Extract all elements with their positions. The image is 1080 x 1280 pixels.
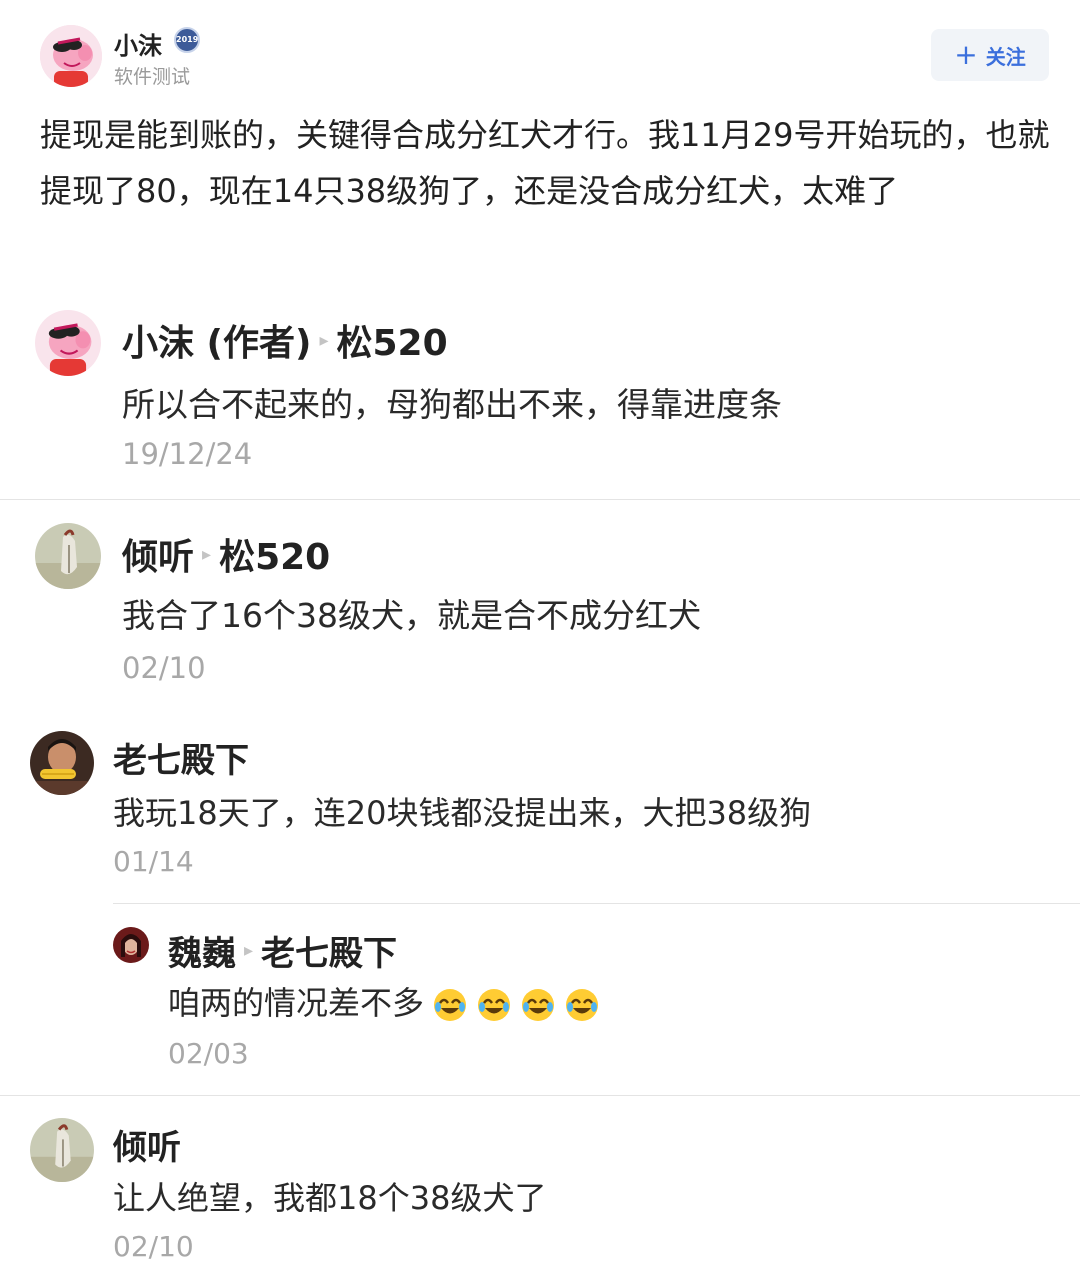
horse-avatar-icon — [35, 523, 101, 589]
comment-avatar[interactable] — [35, 310, 101, 376]
peppa-avatar-icon — [35, 310, 101, 376]
comment-header: 小沫 (作者) ▸ 松520 — [122, 314, 448, 366]
comment-avatar[interactable] — [30, 731, 94, 795]
comment-date: 01/14 — [113, 845, 194, 878]
comment-text: 我玩18天了，连20块钱都没提出来，大把38级狗 — [113, 794, 812, 832]
reply-target[interactable]: 松520 — [337, 314, 448, 366]
comment-header: 倾听 — [113, 1120, 181, 1169]
comment-header: 倾听 ▸ 松520 — [122, 528, 330, 580]
peppa-avatar-icon — [40, 25, 102, 87]
person-corn-avatar-icon — [30, 731, 94, 795]
reply-avatar[interactable] — [113, 927, 149, 963]
plus-icon: + — [954, 38, 978, 71]
divider — [113, 903, 1080, 904]
author-avatar[interactable] — [40, 25, 102, 87]
comment-text: 所以合不起来的，母狗都出不来，得靠进度条 — [122, 385, 782, 424]
comment-header: 老七殿下 — [113, 733, 249, 782]
reply-arrow-icon: ▸ — [244, 940, 254, 961]
reply-target[interactable]: 松520 — [219, 528, 330, 580]
reply-author[interactable]: 魏巍 — [168, 926, 236, 975]
post-content: 提现是能到账的，关键得合成分红犬才行。我11月29号开始玩的，也就提现了80，现… — [40, 116, 1050, 210]
horse-avatar-icon — [30, 1118, 94, 1182]
reply-text: 咱两的情况差不多 — [168, 978, 600, 1024]
author-name[interactable]: 小沫 — [114, 26, 162, 61]
follow-label: 关注 — [985, 44, 1026, 69]
comment-author[interactable]: 倾听 — [113, 1120, 181, 1169]
author-subtitle: 软件测试 — [114, 66, 191, 88]
rofl-emoji-icon — [476, 987, 512, 1023]
reply-date: 02/03 — [168, 1037, 249, 1070]
comment-text: 让人绝望，我都18个38级犬了 — [113, 1179, 547, 1217]
comment-avatar[interactable] — [30, 1118, 94, 1182]
rofl-emoji-icon — [520, 987, 556, 1023]
comment-avatar[interactable] — [35, 523, 101, 589]
comment-author[interactable]: 老七殿下 — [113, 733, 249, 782]
reply-arrow-icon: ▸ — [319, 329, 329, 351]
comment-date: 02/10 — [122, 651, 206, 685]
reply-text-content: 咱两的情况差不多 — [168, 984, 425, 1022]
reply-target[interactable]: 老七殿下 — [261, 926, 397, 975]
divider — [0, 1095, 1080, 1096]
reply-header: 魏巍 ▸ 老七殿下 — [168, 926, 397, 975]
year-badge-icon: 2019 — [174, 27, 200, 53]
comment-author[interactable]: 倾听 — [122, 528, 194, 580]
comment-date: 02/10 — [113, 1230, 194, 1263]
comment-text: 我合了16个38级犬，就是合不成分红犬 — [122, 596, 701, 635]
reply-arrow-icon: ▸ — [202, 543, 212, 565]
rofl-emoji-icon — [564, 987, 600, 1023]
comment-author[interactable]: 小沫 (作者) — [122, 314, 311, 366]
woman-avatar-icon — [113, 927, 149, 963]
rofl-emoji-icon — [432, 987, 468, 1023]
divider — [0, 499, 1080, 500]
follow-button[interactable]: + 关注 — [931, 29, 1049, 81]
comment-date: 19/12/24 — [122, 437, 253, 471]
